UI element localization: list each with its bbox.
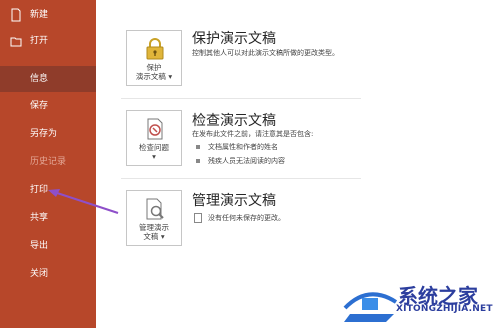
section-divider xyxy=(121,98,361,99)
section-description: 在发布此文件之前，请注意其是否包含: xyxy=(192,130,314,138)
section-title: 检查演示文稿 xyxy=(192,113,276,129)
dropdown-arrow-icon: ▾ xyxy=(152,152,156,161)
sidebar-item-label: 打开 xyxy=(30,36,49,46)
open-folder-icon xyxy=(10,37,22,47)
tile-label-dropdown: 文稿 ▾ xyxy=(143,232,165,241)
list-item: 文档属性和作者的姓名 xyxy=(196,142,278,152)
sidebar-item-share[interactable]: 共享 xyxy=(0,211,96,225)
sidebar-item-label: 导出 xyxy=(30,241,49,251)
sidebar-item-label: 历史记录 xyxy=(30,157,67,167)
watermark-url: XITONGZHIJIA.NET xyxy=(396,304,493,314)
section-divider xyxy=(121,178,361,179)
sidebar-item-label: 保存 xyxy=(30,101,49,111)
bullet-icon xyxy=(196,159,200,163)
manage-icon xyxy=(146,198,164,220)
dropdown-arrow-icon: ▾ xyxy=(160,232,165,241)
manage-presentation-button[interactable]: 管理演示 文稿 ▾ xyxy=(126,190,182,246)
check-issues-button[interactable]: 检查问题 ▾ xyxy=(126,110,182,166)
protect-presentation-button[interactable]: 保护 演示文稿 ▾ xyxy=(126,30,182,86)
sidebar-item-label: 打印 xyxy=(30,185,49,195)
sidebar-item-label: 另存为 xyxy=(30,129,58,139)
sidebar-item-label: 共享 xyxy=(30,213,49,223)
list-item: 残疾人员无法阅读的内容 xyxy=(196,156,285,166)
sidebar-item-new[interactable]: 新建 xyxy=(0,8,96,22)
tile-label: 管理演示 xyxy=(139,223,169,232)
sidebar-item-label: 关闭 xyxy=(30,269,49,279)
tile-label: 检查问题 xyxy=(139,143,169,152)
tile-label-dropdown: 演示文稿 ▾ xyxy=(135,72,173,81)
backstage-sidebar: 新建 打开 信息 保存 另存为 历史记录 打印 共享 导出 关闭 xyxy=(0,0,96,328)
sidebar-item-save[interactable]: 保存 xyxy=(0,99,96,113)
bullet-icon xyxy=(196,145,200,149)
sidebar-item-close[interactable]: 关闭 xyxy=(0,267,96,281)
inspect-icon xyxy=(147,118,163,140)
tile-label: 保护 xyxy=(146,63,162,72)
sidebar-item-history[interactable]: 历史记录 xyxy=(0,155,96,169)
dropdown-arrow-icon: ▾ xyxy=(168,72,173,81)
sidebar-item-info[interactable]: 信息 xyxy=(0,66,96,92)
status-text: 没有任何未保存的更改。 xyxy=(194,213,285,223)
sidebar-item-label: 新建 xyxy=(30,10,49,20)
sidebar-item-print[interactable]: 打印 xyxy=(0,183,96,197)
sidebar-item-open[interactable]: 打开 xyxy=(0,34,96,48)
lock-icon xyxy=(146,38,164,60)
sidebar-item-export[interactable]: 导出 xyxy=(0,239,96,253)
new-icon xyxy=(11,8,21,22)
sidebar-item-save-as[interactable]: 另存为 xyxy=(0,127,96,141)
section-title: 管理演示文稿 xyxy=(192,193,276,209)
document-icon xyxy=(194,213,202,223)
sidebar-item-label: 信息 xyxy=(30,74,49,84)
section-description: 控制其他人可以对此演示文稿所做的更改类型。 xyxy=(192,49,339,57)
section-title: 保护演示文稿 xyxy=(192,31,276,47)
